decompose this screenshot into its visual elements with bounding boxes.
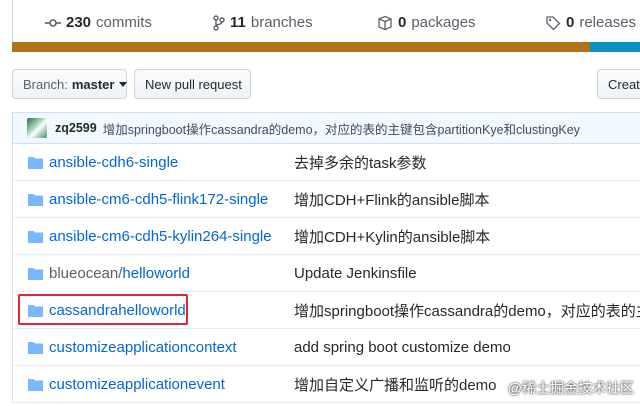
folder-icon xyxy=(28,342,43,354)
branches-label: branches xyxy=(250,14,313,31)
packages-label: packages xyxy=(411,14,476,31)
file-row: customizeapplicationcontext add spring b… xyxy=(13,329,640,366)
file-row: ansible-cm6-cdh5-flink172-single 增加CDH+F… xyxy=(13,181,640,218)
commits-label: commits xyxy=(96,14,152,31)
folder-icon xyxy=(28,231,43,243)
commit-message[interactable]: 增加springboot操作cassandra的demo，对应的表的主键包含pa… xyxy=(103,119,580,138)
tag-icon xyxy=(546,15,561,30)
file-name[interactable]: ansible-cm6-cdh5-flink172-single xyxy=(49,191,268,208)
file-commit-message[interactable]: 去掉多余的task参数 xyxy=(294,152,427,173)
file-name-suffix[interactable]: helloworld xyxy=(122,265,190,282)
highlight-box xyxy=(18,294,188,325)
branch-prefix: Branch: xyxy=(23,76,68,92)
file-commit-message[interactable]: 增加springboot操作cassandra的demo，对应的表的主键 xyxy=(294,300,640,321)
folder-icon xyxy=(28,379,43,391)
file-commit-message[interactable]: 增加CDH+Flink的ansible脚本 xyxy=(294,189,489,210)
file-commit-message[interactable]: 增加自定义广播和监听的demo xyxy=(294,374,497,395)
chevron-down-icon xyxy=(119,81,128,87)
file-commit-message[interactable]: Update Jenkinsfile xyxy=(294,265,417,282)
branches-count: 11 xyxy=(230,14,246,31)
create-file-label: Create xyxy=(608,76,640,92)
language-bar-primary xyxy=(12,42,590,52)
latest-commit-bar: zq2599 增加springboot操作cassandra的demo，对应的表… xyxy=(12,112,640,144)
branch-icon xyxy=(213,14,225,31)
language-bar-secondary xyxy=(590,42,640,52)
commit-author[interactable]: zq2599 xyxy=(55,121,97,135)
file-commit-message[interactable]: 增加CDH+Kylin的ansible脚本 xyxy=(294,226,490,247)
releases-link[interactable]: 0 releases xyxy=(545,14,636,31)
folder-icon xyxy=(28,157,43,169)
branch-select-button[interactable]: Branch: master xyxy=(12,69,128,99)
language-bar[interactable] xyxy=(12,42,640,52)
package-icon xyxy=(378,15,392,30)
releases-count: 0 xyxy=(566,14,575,31)
file-name[interactable]: ansible-cm6-cdh5-kylin264-single xyxy=(49,228,272,245)
watermark: @稀土掘金技术社区 xyxy=(507,380,634,396)
file-row: ansible-cdh6-single 去掉多余的task参数 xyxy=(13,144,640,181)
folder-icon xyxy=(28,194,43,206)
create-file-button[interactable]: Create xyxy=(597,69,640,99)
folder-icon xyxy=(28,268,43,280)
packages-count: 0 xyxy=(398,14,407,31)
file-list: ansible-cdh6-single 去掉多余的task参数 ansible-… xyxy=(12,144,640,403)
file-row: blueocean/helloworld Update Jenkinsfile xyxy=(13,255,640,292)
file-commit-message[interactable]: add spring boot customize demo xyxy=(294,339,511,356)
commits-link[interactable]: 230 commits xyxy=(45,14,152,31)
branch-name: master xyxy=(71,76,115,92)
file-name[interactable]: customizeapplicationevent xyxy=(49,376,225,393)
new-pull-request-button[interactable]: New pull request xyxy=(134,69,251,99)
avatar[interactable] xyxy=(27,118,47,138)
history-icon xyxy=(45,18,61,27)
branches-link[interactable]: 11 branches xyxy=(213,14,313,31)
file-name: blueocean/helloworld xyxy=(49,265,190,282)
commits-count: 230 xyxy=(66,14,92,31)
new-pull-request-label: New pull request xyxy=(145,76,242,92)
packages-link[interactable]: 0 packages xyxy=(377,14,476,31)
releases-label: releases xyxy=(579,14,637,31)
file-name[interactable]: customizeapplicationcontext xyxy=(49,339,237,356)
file-name-prefix[interactable]: blueocean/ xyxy=(49,265,122,282)
file-name[interactable]: ansible-cdh6-single xyxy=(49,154,178,171)
file-row: ansible-cm6-cdh5-kylin264-single 增加CDH+K… xyxy=(13,218,640,255)
